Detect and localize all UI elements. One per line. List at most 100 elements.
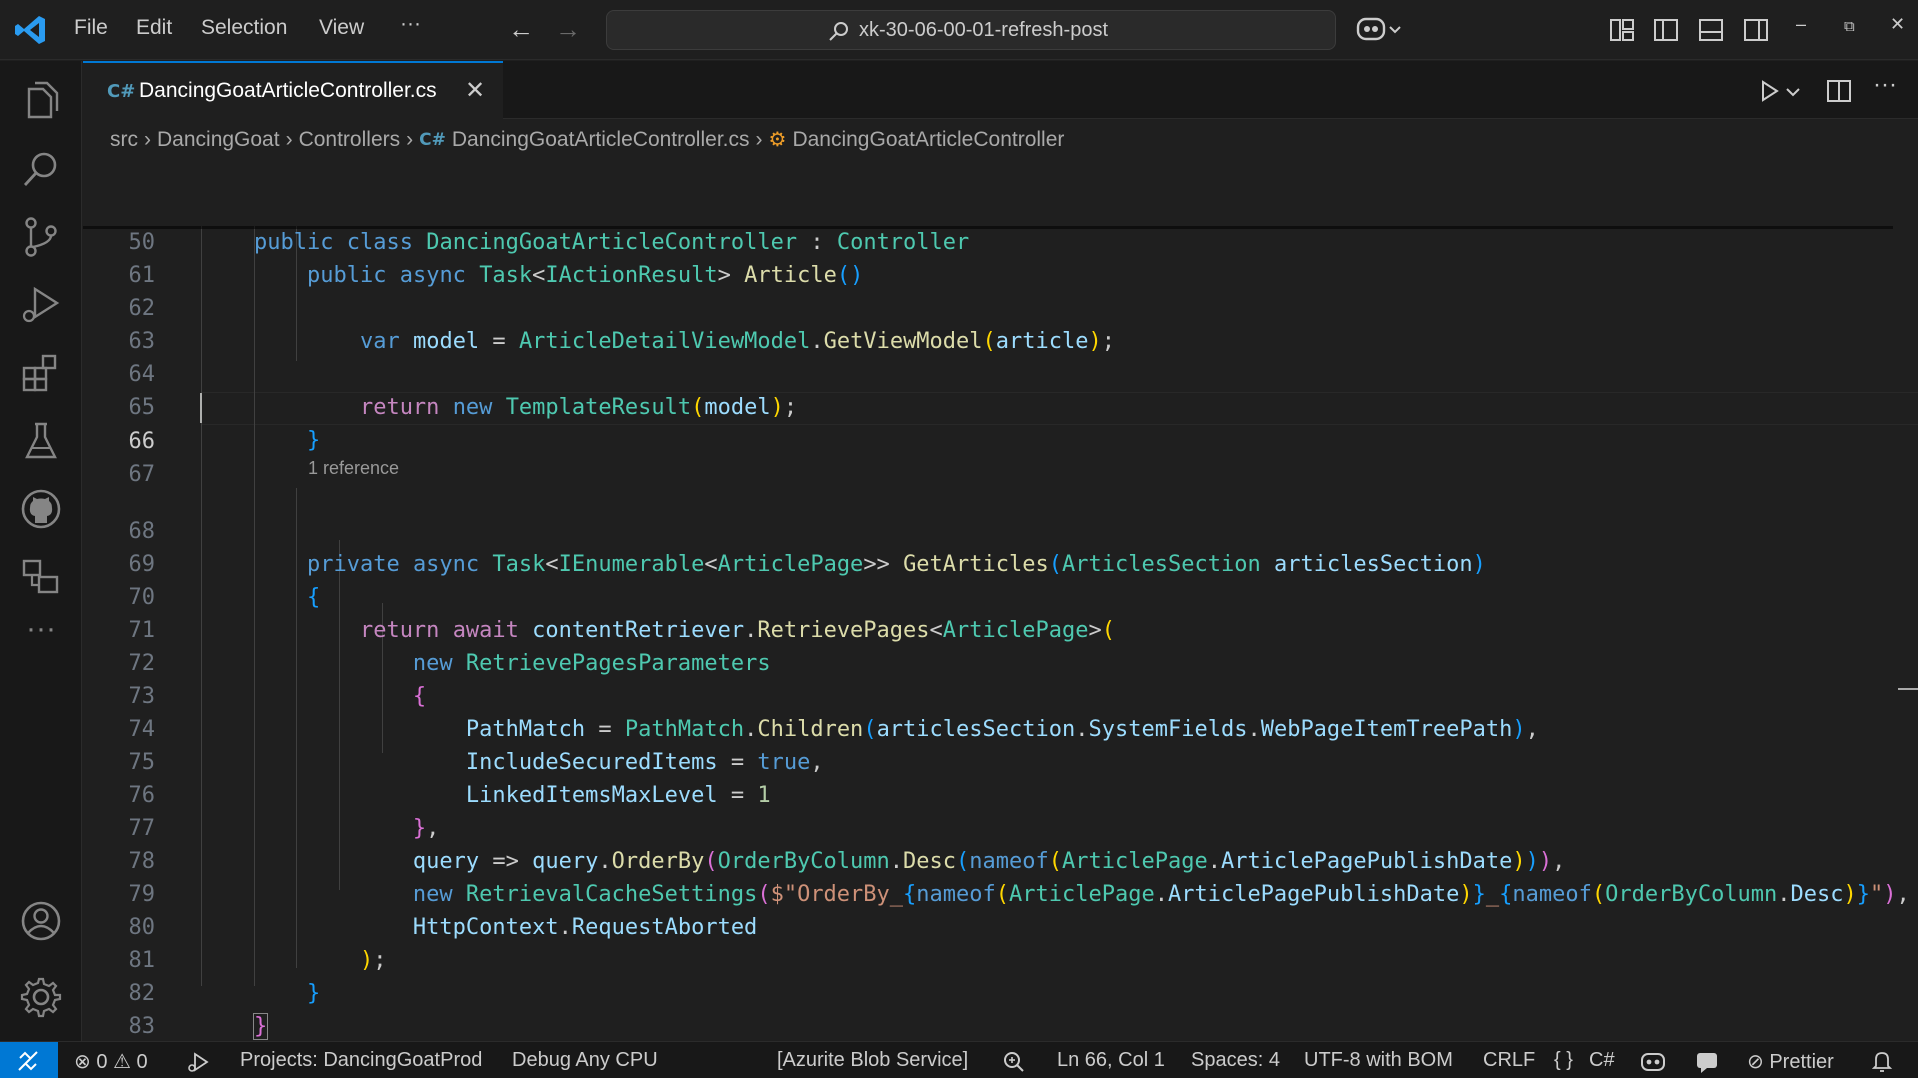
extensions-icon[interactable]: [19, 351, 63, 395]
debug-configuration[interactable]: Debug Any CPU: [512, 1049, 658, 1072]
codelens-references[interactable]: 1 reference: [308, 458, 399, 479]
code-line[interactable]: 77 query => query.OrderBy(OrderByColumn.…: [83, 779, 1918, 874]
minimize-icon[interactable]: –: [1796, 14, 1806, 35]
code-text: public class DancingGoatArticleControlle…: [253, 230, 970, 255]
language-braces-icon[interactable]: { }: [1554, 1049, 1573, 1072]
indentation-indicator[interactable]: Spaces: 4: [1191, 1049, 1280, 1072]
menu-more[interactable]: ···: [400, 12, 421, 36]
encoding-indicator[interactable]: UTF-8 with BOM: [1304, 1049, 1453, 1072]
toggle-primary-sidebar-icon[interactable]: [1653, 17, 1679, 43]
status-bar: ⊗ 0 ⚠ 0 Projects: DancingGoatProd Debug …: [0, 1041, 1918, 1078]
breadcrumb-file[interactable]: DancingGoatArticleController.cs: [452, 128, 750, 152]
code-line[interactable]: 68 private async Task<IEnumerable<Articl…: [83, 482, 1918, 577]
chevron-down-icon[interactable]: [1783, 77, 1803, 105]
language-mode[interactable]: C#: [1589, 1049, 1615, 1072]
back-arrow-icon[interactable]: ←: [508, 14, 534, 45]
copilot-icon[interactable]: [1356, 14, 1404, 46]
chevron-right-icon: ›: [406, 127, 414, 151]
tab-label: DancingGoatArticleController.cs: [139, 79, 437, 102]
split-editor-icon[interactable]: [1825, 77, 1853, 105]
feedback-icon[interactable]: [1695, 1050, 1719, 1074]
prettier-status-icon: ⊘: [1747, 1051, 1764, 1073]
scrollbar-position-marker[interactable]: [1898, 688, 1918, 690]
code-line[interactable]: 70 return await contentRetriever.Retriev…: [83, 548, 1918, 643]
breadcrumb-controllers[interactable]: Controllers: [299, 128, 401, 152]
forward-arrow-icon[interactable]: →: [555, 14, 581, 45]
prettier-indicator[interactable]: ⊘ Prettier: [1747, 1049, 1834, 1074]
tab-dancinggoatarticlecontroller[interactable]: C# DancingGoatArticleController.cs ✕: [83, 61, 503, 119]
text-cursor: [200, 393, 202, 423]
prettier-label: Prettier: [1769, 1051, 1834, 1073]
run-debug-icon[interactable]: [186, 1050, 210, 1074]
menu-file[interactable]: File: [74, 16, 108, 40]
toggle-panel-icon[interactable]: [1698, 17, 1724, 43]
project-indicator[interactable]: Projects: DancingGoatProd: [240, 1049, 482, 1072]
breadcrumb-class[interactable]: DancingGoatArticleController: [792, 128, 1064, 152]
remote-indicator-button[interactable]: [0, 1042, 58, 1078]
menu-view[interactable]: View: [319, 16, 364, 40]
chevron-right-icon: ›: [755, 127, 763, 151]
explorer-icon[interactable]: [19, 79, 63, 123]
accounts-icon[interactable]: [19, 899, 63, 943]
activity-bar: ···: [0, 61, 82, 1041]
zoom-icon[interactable]: [1002, 1050, 1026, 1074]
source-control-icon[interactable]: [19, 215, 63, 259]
code-line[interactable]: 76 },: [83, 746, 1918, 841]
code-line[interactable]: 72 {: [83, 614, 1918, 709]
run-icon[interactable]: [1755, 77, 1783, 105]
breadcrumb-dancinggoat[interactable]: DancingGoat: [157, 128, 280, 152]
settings-gear-icon[interactable]: [19, 975, 63, 1019]
title-bar: File Edit Selection View ··· ← → xk-30-0…: [0, 0, 1918, 60]
code-editor[interactable]: 23 public class DancingGoatArticleContro…: [83, 160, 1918, 1072]
code-line[interactable]: 71 new RetrievePagesParameters: [83, 581, 1918, 676]
code-line[interactable]: 83 }: [83, 977, 1918, 1072]
menu-edit[interactable]: Edit: [136, 16, 172, 40]
github-icon[interactable]: [19, 487, 63, 531]
testing-icon[interactable]: [19, 419, 63, 463]
editor-tab-bar: C# DancingGoatArticleController.cs ✕ ···: [83, 61, 1918, 119]
error-icon: ⊗: [74, 1051, 91, 1073]
chevron-right-icon: ›: [285, 127, 293, 151]
problems-indicator[interactable]: ⊗ 0 ⚠ 0: [74, 1049, 148, 1074]
code-line[interactable]: 79 HttpContext.RequestAborted: [83, 845, 1918, 940]
customize-layout-icon[interactable]: [1609, 17, 1635, 43]
code-line[interactable]: 75 LinkedItemsMaxLevel = 1: [83, 713, 1918, 808]
code-line[interactable]: 69 {: [83, 515, 1918, 610]
code-line[interactable]: 67: [83, 425, 1918, 487]
copilot-status-icon[interactable]: [1640, 1050, 1666, 1074]
vscode-logo-icon[interactable]: [12, 12, 48, 48]
code-line[interactable]: 82 }: [83, 944, 1918, 1040]
code-line[interactable]: 80 );: [83, 878, 1918, 973]
code-line[interactable]: 63: [83, 292, 1918, 354]
command-center[interactable]: xk-30-06-00-01-refresh-post: [606, 10, 1336, 50]
more-views-icon[interactable]: ···: [19, 607, 63, 651]
error-count: 0: [96, 1051, 108, 1073]
code-line[interactable]: 84: [83, 1010, 1918, 1072]
toggle-secondary-sidebar-icon[interactable]: [1743, 17, 1769, 43]
eol-indicator[interactable]: CRLF: [1483, 1049, 1535, 1072]
code-line-sticky[interactable]: 23 public class DancingGoatArticleContro…: [83, 160, 1918, 255]
remote-explorer-icon[interactable]: [19, 555, 63, 599]
notifications-bell-icon[interactable]: [1870, 1049, 1894, 1073]
code-line-current[interactable]: 66: [83, 392, 1918, 454]
breadcrumb-src[interactable]: src: [110, 128, 138, 152]
code-line[interactable]: 64 return new TemplateResult(model);: [83, 325, 1918, 420]
code-line[interactable]: 81 }: [83, 911, 1918, 1006]
code-line[interactable]: 73 PathMatch = PathMatch.Children(articl…: [83, 647, 1918, 742]
search-icon[interactable]: [19, 147, 63, 191]
csharp-file-icon: C#: [107, 81, 136, 102]
breadcrumb: src › DancingGoat › Controllers › C# DancingGoa…: [110, 127, 1064, 157]
more-actions-icon[interactable]: ···: [1873, 71, 1901, 99]
code-line[interactable]: 74 IncludeSecuredItems = true,: [83, 680, 1918, 775]
run-debug-icon[interactable]: [19, 283, 63, 327]
code-line[interactable]: 65 }: [83, 358, 1918, 453]
close-icon[interactable]: ✕: [465, 76, 485, 105]
line-number: 50: [128, 230, 156, 255]
code-line[interactable]: 78 new RetrievalCacheSettings($"OrderBy_…: [83, 812, 1918, 907]
close-window-icon[interactable]: ✕: [1890, 14, 1905, 35]
cursor-position[interactable]: Ln 66, Col 1: [1057, 1049, 1165, 1072]
restore-icon[interactable]: ⧉: [1844, 18, 1855, 35]
code-line-sticky[interactable]: 50 public async Task<IActionResult> Arti…: [83, 193, 1918, 288]
menu-selection[interactable]: Selection: [201, 16, 287, 40]
azurite-blob-service[interactable]: [Azurite Blob Service]: [777, 1049, 968, 1072]
